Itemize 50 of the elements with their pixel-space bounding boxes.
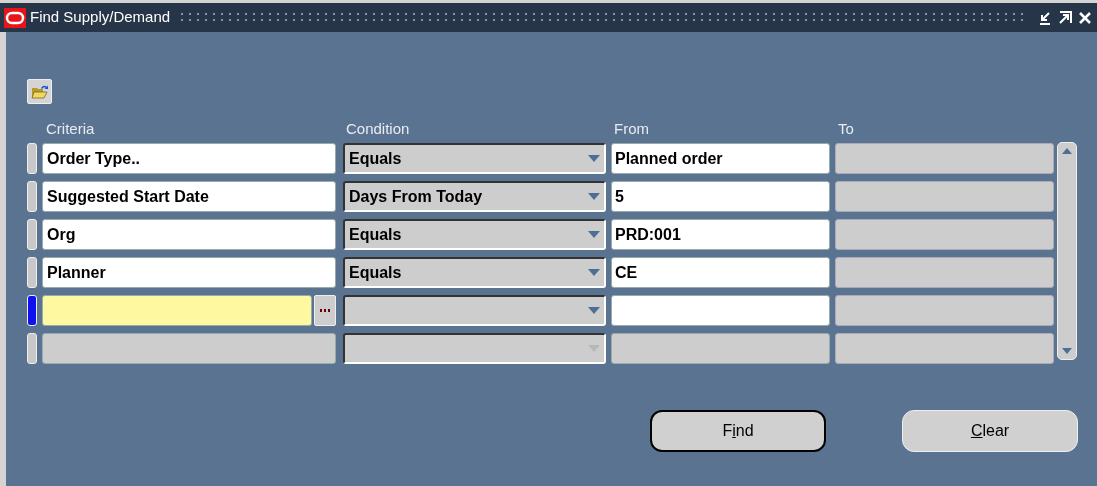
condition-value: Equals bbox=[349, 262, 402, 283]
column-header: From bbox=[614, 118, 650, 139]
from-field[interactable] bbox=[611, 333, 830, 364]
action-button[interactable]: Find bbox=[650, 410, 826, 452]
criteria-field[interactable] bbox=[42, 295, 312, 326]
criteria-field[interactable]: Suggested Start Date bbox=[42, 181, 336, 212]
list-of-values-button[interactable] bbox=[314, 295, 336, 326]
criteria-field[interactable]: Planner bbox=[42, 257, 336, 288]
dropdown-arrow-icon bbox=[588, 193, 600, 200]
from-field[interactable]: Planned order bbox=[611, 143, 830, 174]
from-field[interactable]: CE bbox=[611, 257, 830, 288]
open-folder-button[interactable] bbox=[27, 79, 52, 104]
condition-value: Days From Today bbox=[349, 186, 483, 207]
dropdown-arrow-icon bbox=[588, 231, 600, 238]
dropdown-arrow-icon bbox=[588, 269, 600, 276]
dropdown-arrow-icon bbox=[588, 307, 600, 314]
from-field[interactable]: PRD:001 bbox=[611, 219, 830, 250]
condition-value: Equals bbox=[349, 224, 402, 245]
to-field[interactable] bbox=[835, 295, 1054, 326]
to-field[interactable] bbox=[835, 333, 1054, 364]
to-field[interactable] bbox=[835, 181, 1054, 212]
dropdown-arrow-icon bbox=[588, 155, 600, 162]
ellipsis-icon bbox=[320, 309, 330, 312]
column-header: To bbox=[838, 118, 855, 139]
logo-icon bbox=[4, 7, 26, 28]
column-header: Criteria bbox=[46, 118, 96, 139]
criteria-field[interactable]: Order Type.. bbox=[42, 143, 336, 174]
scrollbar[interactable] bbox=[1057, 142, 1077, 360]
condition-value: Equals bbox=[349, 148, 402, 169]
window-title: Find Supply/Demand bbox=[30, 7, 171, 28]
condition-dropdown[interactable]: Equals bbox=[343, 219, 606, 250]
action-button[interactable]: Clear bbox=[902, 410, 1078, 452]
maximize-icon bbox=[1057, 9, 1073, 26]
criteria-field[interactable]: Org bbox=[42, 219, 336, 250]
close-icon[interactable] bbox=[1077, 9, 1093, 26]
condition-dropdown[interactable] bbox=[343, 333, 606, 364]
criteria-field[interactable] bbox=[42, 333, 336, 364]
row-indicator[interactable] bbox=[27, 295, 37, 326]
open-folder-icon bbox=[30, 83, 49, 100]
to-field[interactable] bbox=[835, 219, 1054, 250]
to-field[interactable] bbox=[835, 143, 1054, 174]
condition-dropdown[interactable]: Equals bbox=[343, 143, 606, 174]
from-field[interactable] bbox=[611, 295, 830, 326]
from-field[interactable]: 5 bbox=[611, 181, 830, 212]
condition-dropdown[interactable]: Days From Today bbox=[343, 181, 606, 212]
minimize-icon bbox=[1037, 9, 1053, 26]
condition-dropdown[interactable]: Equals bbox=[343, 257, 606, 288]
to-field[interactable] bbox=[835, 257, 1054, 288]
column-header: Condition bbox=[346, 118, 411, 139]
condition-dropdown[interactable] bbox=[343, 295, 606, 326]
